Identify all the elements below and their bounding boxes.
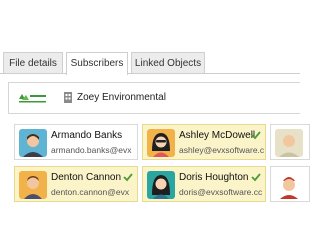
subscriber-name: Armando Banks: [51, 130, 123, 141]
tab-bar: File details Subscribers Linked Objects: [0, 52, 300, 75]
tab-subscribers[interactable]: Subscribers: [66, 52, 128, 75]
subscriber-name: Doris Houghton: [179, 172, 249, 183]
subscribers-panel: Zoey Environmental Armando Banks armando…: [0, 74, 310, 250]
female-avatar-icon: [147, 129, 175, 157]
organization-name: Zoey Environmental: [77, 92, 166, 103]
organization-logo: [19, 94, 46, 103]
subscriber-card[interactable]: [270, 124, 310, 160]
subscriber-email: ashley@evxsoftware.c: [179, 145, 265, 155]
check-icon: [123, 173, 133, 182]
tab-linked-objects[interactable]: Linked Objects: [131, 52, 205, 73]
subscriber-name: Denton Cannon: [51, 172, 122, 183]
subscriber-email: doris@evxsoftware.cc: [179, 187, 263, 197]
building-icon: [64, 92, 72, 103]
subscriber-card[interactable]: [270, 166, 310, 202]
male-avatar-icon: [19, 129, 47, 157]
subscriber-card[interactable]: Armando Banks armando.banks@evx: [14, 124, 138, 160]
subscriber-email: armando.banks@evx: [51, 145, 132, 155]
subscriber-card[interactable]: Denton Cannon denton.cannon@evx: [14, 166, 138, 202]
subscriber-email: denton.cannon@evx: [51, 187, 130, 197]
male-avatar-icon: [275, 171, 303, 199]
subscriber-card[interactable]: Doris Houghton doris@evxsoftware.cc: [142, 166, 266, 202]
subscriber-name: Ashley McDowell: [179, 130, 256, 141]
check-icon: [251, 131, 261, 140]
check-icon: [251, 173, 261, 182]
male-avatar-icon: [19, 171, 47, 199]
male-avatar-icon: [275, 129, 303, 157]
organization-row[interactable]: Zoey Environmental: [8, 82, 300, 114]
tab-file-details[interactable]: File details: [3, 52, 63, 73]
female-avatar-icon: [147, 171, 175, 199]
subscriber-card[interactable]: Ashley McDowell ashley@evxsoftware.c: [142, 124, 266, 160]
